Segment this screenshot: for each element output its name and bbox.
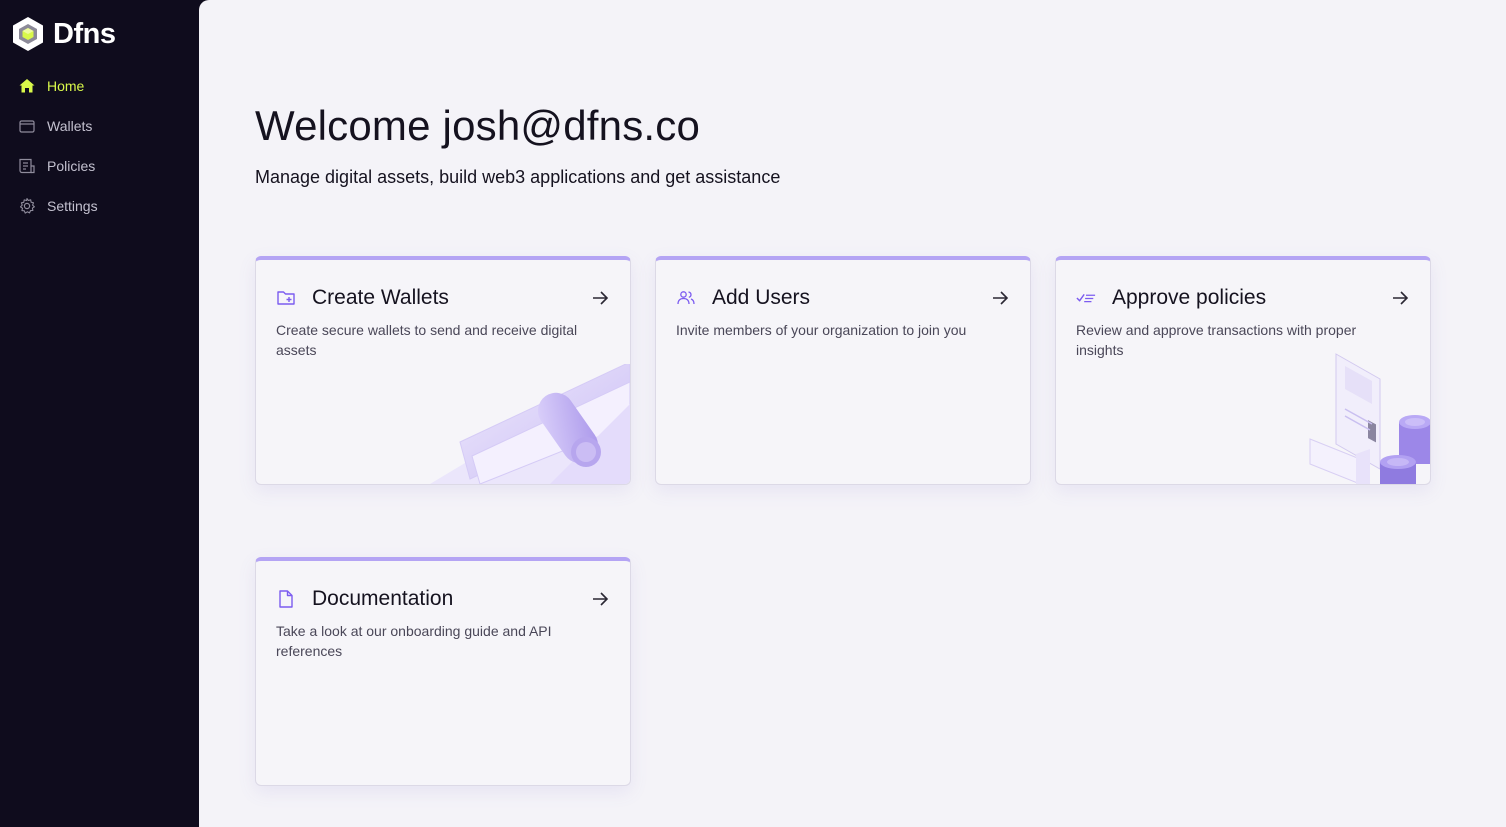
card-documentation[interactable]: Documentation Take a look at our onboard… — [255, 557, 631, 786]
page-subtitle: Manage digital assets, build web3 applic… — [255, 167, 781, 187]
card-title: Approve policies — [1112, 286, 1267, 309]
sidebar-item-wallets[interactable]: Wallets — [0, 106, 199, 146]
card-header: Documentation — [276, 585, 610, 613]
page-title: Welcome josh@dfns.co — [255, 102, 701, 149]
checklist-icon — [1076, 288, 1096, 308]
wallet-illustration — [430, 364, 630, 484]
folder-plus-icon — [276, 288, 296, 308]
card-approve-policies[interactable]: Approve policies Review and approve tran… — [1055, 256, 1431, 485]
card-title: Add Users — [712, 286, 811, 309]
sidebar-item-label: Policies — [47, 158, 96, 174]
card-description: Invite members of your organization to j… — [676, 322, 967, 338]
card-header: Add Users — [676, 284, 1010, 312]
sidebar-item-policies[interactable]: Policies — [0, 146, 199, 186]
brand-name: Dfns — [53, 18, 116, 50]
card-description: Create secure wallets to send and receiv… — [276, 322, 578, 358]
arrow-right-icon[interactable] — [1390, 288, 1410, 308]
main-content: Welcome josh@dfns.co Manage digital asse… — [199, 0, 1506, 827]
card-header: Approve policies — [1076, 284, 1410, 312]
card-title: Create Wallets — [312, 286, 449, 309]
dfns-logo-icon — [13, 17, 43, 51]
card-header: Create Wallets — [276, 284, 610, 312]
card-title: Documentation — [312, 587, 454, 610]
arrow-right-icon[interactable] — [590, 288, 610, 308]
card-add-users[interactable]: Add Users Invite members of your organiz… — [655, 256, 1031, 485]
wallet-icon — [18, 117, 36, 135]
document-icon — [276, 589, 296, 609]
policies-icon — [18, 157, 36, 175]
users-icon — [676, 288, 696, 308]
brand-logo[interactable]: Dfns — [12, 16, 116, 52]
gear-icon — [18, 197, 36, 215]
sidebar: Dfns Home Wallets Policies Settings — [0, 0, 199, 827]
policies-illustration — [1309, 353, 1430, 484]
arrow-right-icon[interactable] — [590, 589, 610, 609]
sidebar-item-label: Home — [47, 78, 85, 94]
card-create-wallets[interactable]: Create Wallets Create secure wallets to … — [255, 256, 631, 485]
card-description: Take a look at our onboarding guide and … — [276, 623, 552, 659]
sidebar-item-label: Settings — [47, 198, 98, 214]
sidebar-item-settings[interactable]: Settings — [0, 186, 199, 226]
sidebar-item-label: Wallets — [47, 118, 93, 134]
sidebar-nav: Home Wallets Policies Settings — [0, 66, 199, 226]
arrow-right-icon[interactable] — [990, 288, 1010, 308]
home-icon — [18, 77, 36, 95]
sidebar-item-home[interactable]: Home — [0, 66, 199, 106]
